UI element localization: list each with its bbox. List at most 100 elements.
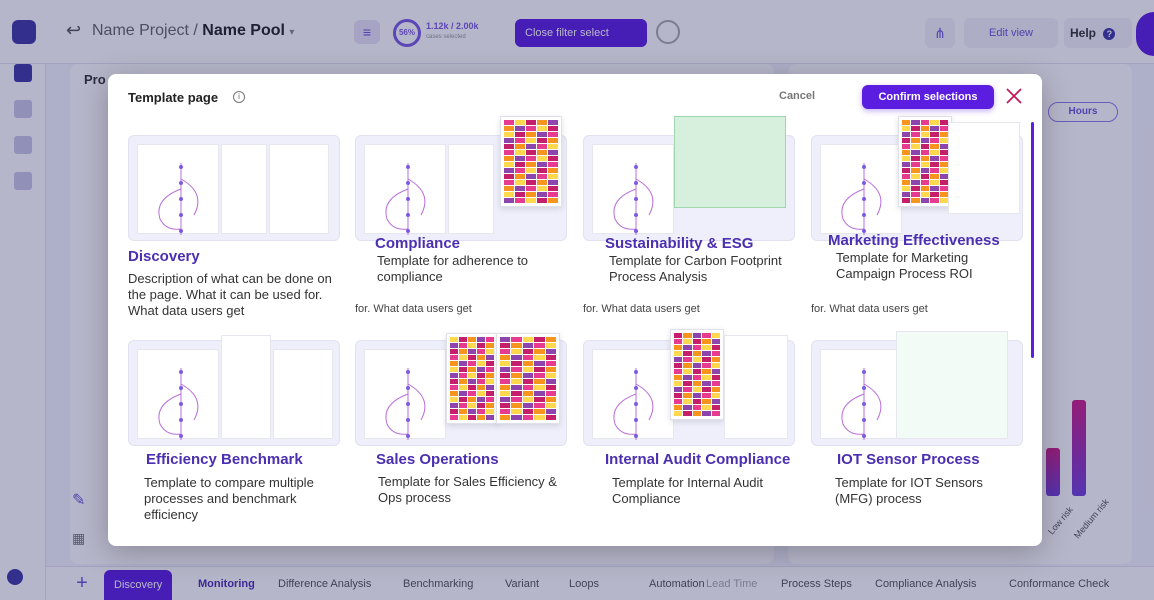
heatmap-cell <box>702 357 711 362</box>
heatmap-cell <box>537 126 547 131</box>
heatmap-cell <box>939 150 948 155</box>
heatmap-cell <box>486 391 494 396</box>
template-title: Compliance <box>375 235 461 252</box>
template-card-iot-sensor[interactable]: IOT Sensor Process Template for IOT Sens… <box>811 331 1023 536</box>
info-icon[interactable]: i <box>233 91 245 103</box>
heatmap-cell <box>534 337 545 342</box>
heatmap-cell <box>511 361 522 366</box>
heatmap-cell <box>504 168 514 173</box>
heatmap-cell <box>450 373 458 378</box>
heatmap-cell <box>920 150 930 155</box>
heatmap-cell <box>545 415 556 420</box>
confirm-selections-button[interactable]: Confirm selections <box>862 85 994 109</box>
close-icon[interactable] <box>1004 86 1024 106</box>
heatmap-cell <box>515 162 525 167</box>
heatmap-cell <box>450 397 458 402</box>
heatmap-cell <box>902 120 911 125</box>
heatmap-cell <box>920 120 930 125</box>
heatmap-cell <box>930 126 939 131</box>
template-description: Template for Carbon Footprint Process An… <box>609 253 782 284</box>
heatmap-preview <box>670 329 724 420</box>
template-description: Template for IOT Sensors (MFG) process <box>835 475 983 506</box>
heatmap-cell <box>526 162 536 167</box>
heatmap-cell <box>548 162 558 167</box>
heatmap-preview-2 <box>496 333 560 424</box>
heatmap-cell <box>459 391 467 396</box>
heatmap-cell <box>548 144 558 149</box>
heatmap-cell <box>711 363 720 368</box>
template-card-marketing[interactable]: Marketing Effectiveness Template for Mar… <box>811 116 1023 331</box>
heatmap-cell <box>468 361 476 366</box>
template-thumbnail <box>811 331 1023 446</box>
heatmap-cell <box>548 168 558 173</box>
process-lines-icon <box>158 163 199 235</box>
heatmap-cell <box>526 138 536 143</box>
heatmap-cell <box>692 357 702 362</box>
heatmap-cell <box>920 168 930 173</box>
heatmap-cell <box>504 150 514 155</box>
heatmap-cell <box>537 180 547 185</box>
heatmap-cell <box>511 403 522 408</box>
heatmap-cell <box>504 156 514 161</box>
heatmap-cell <box>515 180 525 185</box>
heatmap-cell <box>692 381 702 386</box>
heatmap-cell <box>511 391 522 396</box>
template-card-discovery[interactable]: Discovery Description of what can be don… <box>128 135 340 331</box>
heatmap-cell <box>486 373 494 378</box>
heatmap-cell <box>911 138 920 143</box>
heatmap-cell <box>683 345 692 350</box>
heatmap-cell <box>711 375 720 380</box>
heatmap-cell <box>511 409 522 414</box>
heatmap-cell <box>683 357 692 362</box>
heatmap-cell <box>526 192 536 197</box>
heatmap-cell <box>930 156 939 161</box>
heatmap-cell <box>515 174 525 179</box>
process-map-preview <box>820 144 902 235</box>
template-title: Internal Audit Compliance <box>605 451 791 468</box>
modal-scrollbar[interactable] <box>1031 122 1034 358</box>
heatmap-cell <box>930 162 939 167</box>
heatmap-cell <box>477 361 485 366</box>
heatmap-cell <box>450 379 458 384</box>
heatmap-cell <box>537 192 547 197</box>
heatmap-cell <box>692 411 702 416</box>
heatmap-cell <box>939 186 948 191</box>
template-card-efficiency-benchmark[interactable]: Efficiency Benchmark Template to compare… <box>128 335 340 536</box>
heatmap-cell <box>450 385 458 390</box>
heatmap-cell <box>545 343 556 348</box>
heatmap-cell <box>711 405 720 410</box>
heatmap-cell <box>545 355 556 360</box>
heatmap-cell <box>459 409 467 414</box>
template-thumbnail <box>355 333 567 446</box>
modal-title: Template page <box>128 90 219 105</box>
heatmap-cell <box>902 132 911 137</box>
heatmap-cell <box>537 150 547 155</box>
template-card-sales-operations[interactable]: Sales Operations Template for Sales Effi… <box>355 333 567 536</box>
heatmap-cell <box>522 361 534 366</box>
template-card-sustainability[interactable]: Sustainability & ESG Template for Carbon… <box>583 116 795 331</box>
heatmap-cell <box>468 409 476 414</box>
heatmap-cell <box>468 391 476 396</box>
template-card-compliance[interactable]: Compliance Template for adherence to com… <box>355 116 567 331</box>
heatmap-cell <box>526 186 536 191</box>
heatmap-cell <box>500 403 511 408</box>
heatmap-cell <box>504 126 514 131</box>
template-card-internal-audit[interactable]: Internal Audit Compliance Template for I… <box>583 329 795 536</box>
heatmap-cell <box>500 349 511 354</box>
heatmap-cell <box>468 403 476 408</box>
template-description: Template to compare multiple processes a… <box>144 475 314 522</box>
template-title: Efficiency Benchmark <box>146 451 303 468</box>
heatmap-cell <box>500 337 511 342</box>
heatmap-cell <box>702 381 711 386</box>
heatmap-cell <box>522 367 534 372</box>
heatmap-cell <box>486 385 494 390</box>
heatmap-cell <box>477 349 485 354</box>
heatmap-cell <box>902 174 911 179</box>
heatmap-cell <box>537 174 547 179</box>
heatmap-cell <box>911 168 920 173</box>
heatmap-cell <box>939 168 948 173</box>
cancel-button[interactable]: Cancel <box>779 90 815 102</box>
heatmap-cell <box>534 355 545 360</box>
template-title: Sustainability & ESG <box>605 235 754 252</box>
template-thumbnail <box>128 135 340 241</box>
